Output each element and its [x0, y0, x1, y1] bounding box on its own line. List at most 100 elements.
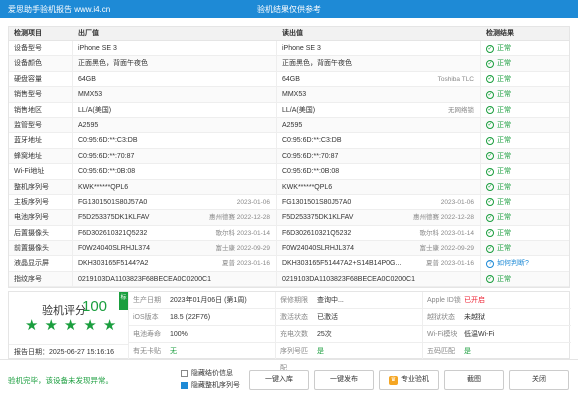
detail-value: 100%	[170, 331, 188, 338]
read-value: C0:95:6D:**:C3:DB	[282, 137, 342, 145]
read-aux: 无网络锁	[448, 106, 474, 114]
factory-value: DKH303165F5144?A2	[78, 260, 149, 268]
result-text: 正常	[497, 75, 511, 83]
close-button[interactable]: 关闭	[509, 370, 569, 390]
hide-serial-checkbox[interactable]: 隐藏整机序列号	[181, 379, 240, 391]
result-cell: ✓ 正常	[481, 226, 569, 240]
read-value: 0219103DA1103823F68BECEA0C0200C1	[282, 275, 415, 283]
factory-aux: 富士康 2022-09-29	[215, 245, 270, 253]
detail-row: 有无卡贴 无 序列号匹配 是 五码匹配 是	[129, 343, 571, 372]
check-circle-icon: ✓	[486, 106, 494, 115]
item-name: 主板序列号	[9, 194, 73, 210]
checkbox-label: 隐藏整机序列号	[191, 382, 240, 389]
table-row: 蜂窝地址 C0:95:6D:**:70:87 C0:95:6D:**:70:87 ✓ 正…	[9, 148, 569, 165]
factory-aux: 夏普 2023-01-16	[221, 260, 270, 268]
result-text: 正常	[497, 214, 511, 222]
how-to-judge-link[interactable]: ? 如何判断?	[486, 256, 569, 271]
factory-cell: C0:95:6D:**:C3:DB	[73, 133, 277, 148]
detail-cell: 保修期限 查询中...	[276, 292, 423, 308]
score-label: 验机评分	[42, 305, 86, 317]
read-value: MMX53	[282, 91, 307, 99]
detail-cell: Apple ID锁 已开启	[423, 292, 570, 308]
read-cell: KWK******QPL6	[277, 179, 481, 194]
table-row: 指纹序号 0219103DA1103823F68BECEA0C0200C1 0219…	[9, 271, 569, 288]
table-row: 整机序列号 KWK******QPL6 KWK******QPL6 ✓ 正常	[9, 179, 569, 195]
options: 隐藏结价信息 隐藏整机序列号	[181, 367, 240, 391]
star-icon: ★	[44, 317, 58, 334]
factory-cell: LL/A(美国)	[73, 102, 277, 117]
check-circle-icon: ✓	[486, 75, 494, 84]
factory-value: C0:95:6D:**:C3:DB	[78, 137, 138, 145]
result-ok: ✓ 正常	[486, 87, 569, 102]
factory-cell: 64GB	[73, 71, 277, 87]
result-ok: ✓ 正常	[486, 103, 569, 118]
factory-cell: DKH303165F5144?A2 夏普 2023-01-16	[73, 256, 277, 271]
table-row: 监管型号 A2595 A2595 ✓ 正常	[9, 117, 569, 134]
factory-value: A2595	[78, 121, 99, 129]
check-circle-icon: ✓	[486, 167, 494, 176]
read-aux: Toshiba TLC	[437, 75, 474, 83]
result-cell: ✓ 正常	[481, 72, 569, 86]
check-circle-icon: ✓	[486, 244, 494, 253]
read-cell: F0W24040SLRHJL374 富士康 2022-09-29	[277, 241, 481, 256]
item-name: 后置摄像头	[9, 225, 73, 241]
item-name: 监管型号	[9, 117, 73, 133]
read-cell: C0:95:6D:**:C3:DB	[277, 133, 481, 148]
result-text: 正常	[497, 229, 511, 237]
read-cell: DKH303165F51447A2+S14B14P0G... 夏普 2023-01…	[277, 256, 481, 271]
factory-value: F5D253375DK1KLFAV	[78, 214, 150, 222]
read-value: 正面黑色，背面午夜色	[282, 60, 352, 68]
detail-cell: 越狱状态 未越狱	[423, 309, 570, 325]
pro-check-button[interactable]: ♛ 专业验机	[379, 370, 439, 390]
result-ok: ✓ 正常	[486, 195, 569, 210]
hide-price-checkbox[interactable]: 隐藏结价信息	[181, 367, 240, 379]
detail-cell: iOS版本 18.5 (22F76)	[129, 309, 276, 325]
item-name: 指纹序号	[9, 271, 73, 287]
detail-cell: 充电次数 25次	[276, 326, 423, 342]
read-value: FG1301501S80J57A0	[282, 198, 352, 206]
table-row: 硬盘容量 64GB 64GB Toshiba TLC ✓ 正常	[9, 71, 569, 88]
table-row: 设备型号 iPhone SE 3 iPhone SE 3 ✓ 正常	[9, 41, 569, 57]
table-row: 主板序列号 FG1301501S80J57A0 2023-01-06 FG130150…	[9, 194, 569, 211]
read-cell: A2595	[277, 117, 481, 133]
read-cell: FG1301501S80J57A0 2023-01-06	[277, 194, 481, 210]
result-ok: ✓ 正常	[486, 41, 569, 56]
item-name: 蓝牙地址	[9, 133, 73, 148]
check-circle-icon: ✓	[486, 275, 494, 284]
item-name: 销售地区	[9, 102, 73, 117]
result-cell: ✓ 正常	[481, 56, 569, 70]
result-text: 正常	[497, 91, 511, 99]
factory-cell: C0:95:6D:**:0B:08	[73, 164, 277, 179]
detail-key: 电池寿命	[133, 331, 161, 338]
detail-value: 是	[464, 348, 471, 355]
result-ok: ✓ 正常	[486, 272, 569, 287]
checkbox-box[interactable]	[181, 381, 188, 389]
result-cell: ✓ 正常	[481, 87, 569, 101]
result-text[interactable]: 如何判断?	[497, 256, 529, 271]
result-ok: ✓ 正常	[486, 149, 569, 164]
checkbox-box[interactable]	[181, 369, 188, 377]
detail-key: Apple ID锁	[427, 297, 461, 304]
result-cell: ✓ 正常	[481, 210, 569, 224]
factory-value: 0219103DA1103823F68BECEA0C0200C1	[78, 275, 211, 283]
result-text: 正常	[497, 245, 511, 253]
detail-value: 未越狱	[464, 314, 485, 321]
factory-cell: 0219103DA1103823F68BECEA0C0200C1	[73, 271, 277, 287]
read-value: C0:95:6D:**:0B:08	[282, 168, 340, 176]
factory-cell: KWK******QPL6	[73, 179, 277, 194]
factory-cell: FG1301501S80J57A0 2023-01-06	[73, 194, 277, 210]
detail-cell: 有无卡贴 无	[129, 343, 276, 360]
detail-value: 查询中...	[317, 297, 344, 304]
result-cell: ✓ 正常	[481, 149, 569, 163]
table-row: 前置摄像头 F0W24040SLRHJL374 富士康 2022-09-29 F0W2…	[9, 241, 569, 257]
detail-value: 已开启	[464, 297, 485, 304]
publish-button[interactable]: 一键发布	[314, 370, 374, 390]
save-to-stock-button[interactable]: 一键入库	[249, 370, 309, 390]
screenshot-button[interactable]: 截图	[444, 370, 504, 390]
result-text: 正常	[497, 137, 511, 145]
result-text: 正常	[497, 45, 511, 52]
star-icon: ★	[102, 317, 117, 334]
detail-row: 电池寿命 100% 充电次数 25次 Wi-Fi模块 低温Wi-Fi	[129, 326, 571, 343]
check-circle-icon: ✓	[486, 213, 494, 222]
check-circle-icon: ✓	[486, 229, 494, 238]
